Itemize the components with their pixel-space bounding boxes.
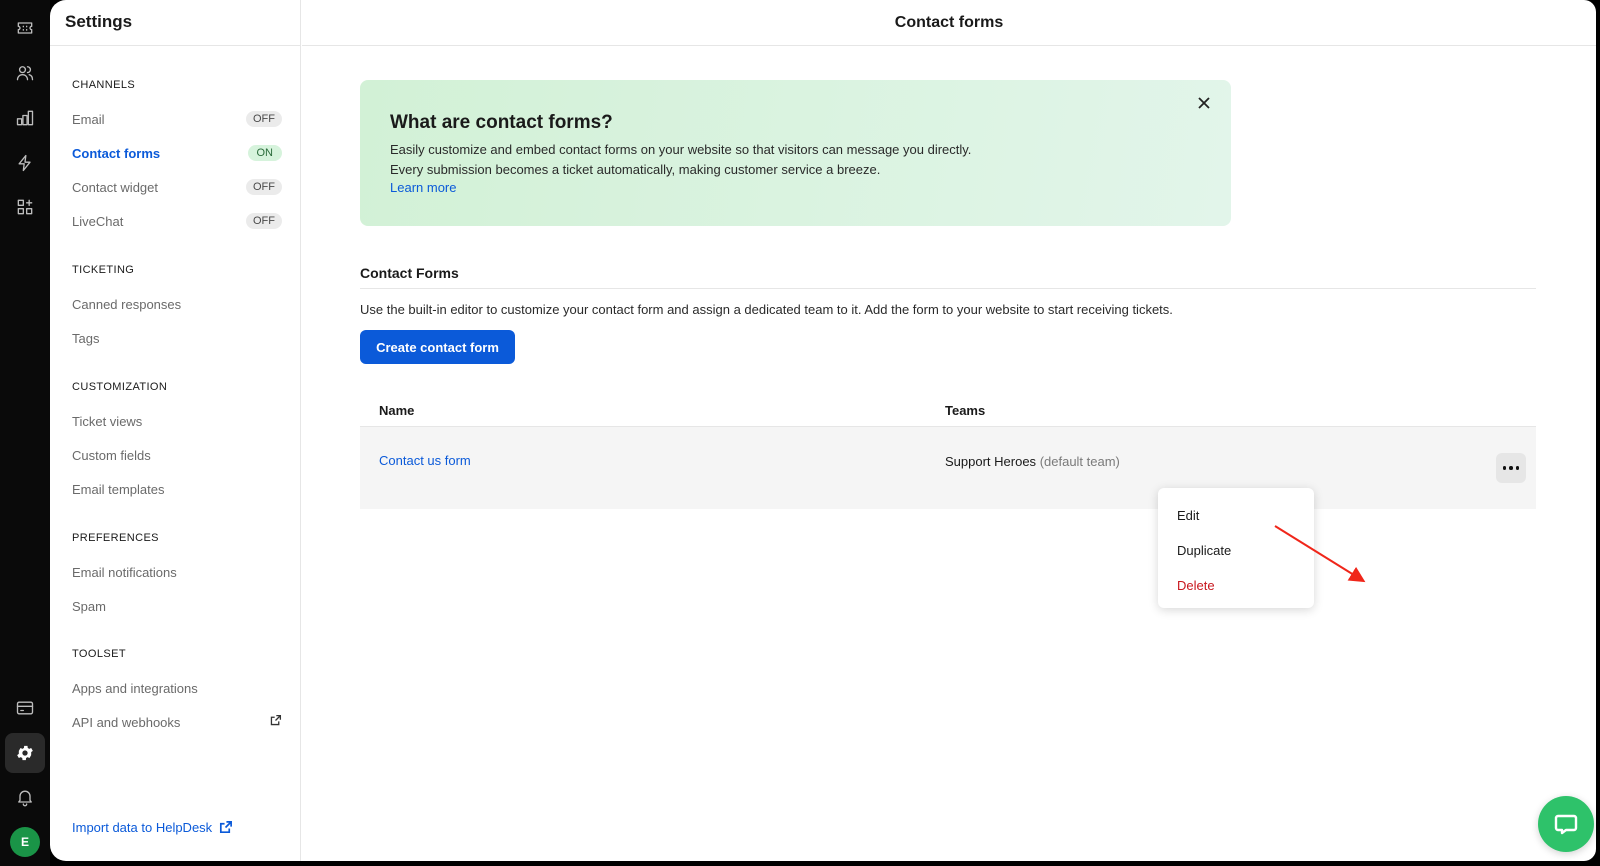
user-avatar[interactable]: E [10,827,40,857]
menu-item-edit[interactable]: Edit [1158,498,1314,533]
sidebar-item-label: Email [72,111,105,127]
page-title: Contact forms [302,0,1596,46]
sidebar-item-tags[interactable]: Tags [72,328,282,348]
divider [360,288,1536,289]
sidebar-item-label: Ticket views [72,413,143,429]
sidebar-item-spam[interactable]: Spam [72,596,282,616]
more-icon-dot [1502,466,1507,470]
menu-item-duplicate[interactable]: Duplicate [1158,533,1314,568]
form-name-link[interactable]: Contact us form [379,453,471,468]
main-content: Contact forms What are contact forms? Ea… [302,0,1596,861]
team-name: Support Heroes [945,454,1037,469]
section-label-customization: CUSTOMIZATION [72,381,168,393]
external-link-icon [220,821,233,834]
section-label-channels: CHANNELS [72,79,136,91]
billing-icon[interactable] [9,692,41,724]
sidebar-item-label: Custom fields [72,447,151,463]
team-note: (default team) [1039,454,1120,469]
sidebar-title: Settings [65,12,133,31]
sidebar-item-label: Contact widget [72,179,158,195]
status-badge: ON [247,145,282,161]
status-badge: OFF [246,213,282,229]
tickets-icon[interactable] [9,12,41,44]
section-label-toolset: TOOLSET [72,648,126,660]
import-data-label: Import data to HelpDesk [72,820,213,835]
icon-rail: E [0,0,50,866]
sidebar-item-custom-fields[interactable]: Custom fields [72,445,282,465]
sidebar-item-api-webhooks[interactable]: API and webhooks [72,712,282,732]
row-actions-menu: Edit Duplicate Delete [1158,488,1314,608]
reports-icon[interactable] [9,102,41,134]
sidebar-item-label: API and webhooks [72,714,181,730]
close-icon [1198,97,1210,109]
chat-icon [1554,814,1578,835]
create-contact-form-button[interactable]: Create contact form [360,330,515,364]
more-icon-dot [1509,466,1513,470]
apps-icon[interactable] [9,191,41,223]
app-window: Settings CHANNELS Email OFF Contact form… [50,0,1596,861]
section-description: Use the built-in editor to customize you… [360,302,1173,317]
table-header: Name Teams [360,395,1536,427]
sidebar-item-label: Email notifications [72,564,177,580]
section-label-preferences: PREFERENCES [72,532,159,544]
column-header-teams: Teams [945,403,986,418]
notifications-icon[interactable] [9,781,41,813]
more-icon-dot [1515,466,1520,470]
banner-title: What are contact forms? [390,112,613,133]
settings-sidebar: Settings CHANNELS Email OFF Contact form… [50,0,301,861]
close-banner-button[interactable] [1193,92,1215,114]
section-label-ticketing: TICKETING [72,264,135,276]
sidebar-item-livechat[interactable]: LiveChat OFF [72,211,282,231]
divider [50,45,301,46]
sidebar-item-label: Spam [72,598,106,614]
table-row: Contact us form Support Heroes (default … [360,427,1536,509]
sidebar-item-canned-responses[interactable]: Canned responses [72,294,282,314]
form-team: Support Heroes (default team) [945,454,1120,469]
settings-icon[interactable] [5,733,45,773]
sidebar-item-contact-widget[interactable]: Contact widget OFF [72,177,282,197]
section-title: Contact Forms [360,265,459,281]
sidebar-item-label: Apps and integrations [72,680,198,696]
status-badge: OFF [246,111,282,127]
contact-forms-table: Name Teams Contact us form Support Heroe… [360,395,1536,509]
sidebar-item-contact-forms[interactable]: Contact forms ON [72,143,282,163]
row-actions-button[interactable] [1496,453,1526,483]
sidebar-item-ticket-views[interactable]: Ticket views [72,411,282,431]
sidebar-item-label: LiveChat [72,213,124,229]
status-badge: OFF [246,179,282,195]
automation-icon[interactable] [9,147,41,179]
external-link-icon [269,714,282,730]
contacts-icon[interactable] [9,57,41,89]
chat-widget-button[interactable] [1538,796,1594,852]
info-banner: What are contact forms? Easily customize… [360,80,1231,226]
import-data-link[interactable]: Import data to HelpDesk [72,820,233,835]
column-header-name: Name [379,403,415,418]
sidebar-item-label: Email templates [72,481,165,497]
menu-item-delete[interactable]: Delete [1158,568,1314,603]
sidebar-item-email-notifications[interactable]: Email notifications [72,562,282,582]
sidebar-item-label: Canned responses [72,296,182,312]
sidebar-item-email[interactable]: Email OFF [72,109,282,129]
sidebar-item-label: Tags [72,330,100,346]
learn-more-link[interactable]: Learn more [390,180,456,195]
sidebar-item-label: Contact forms [72,145,161,161]
banner-text: Easily customize and embed contact forms… [390,142,972,177]
sidebar-item-apps-integrations[interactable]: Apps and integrations [72,678,282,698]
sidebar-item-email-templates[interactable]: Email templates [72,479,282,499]
